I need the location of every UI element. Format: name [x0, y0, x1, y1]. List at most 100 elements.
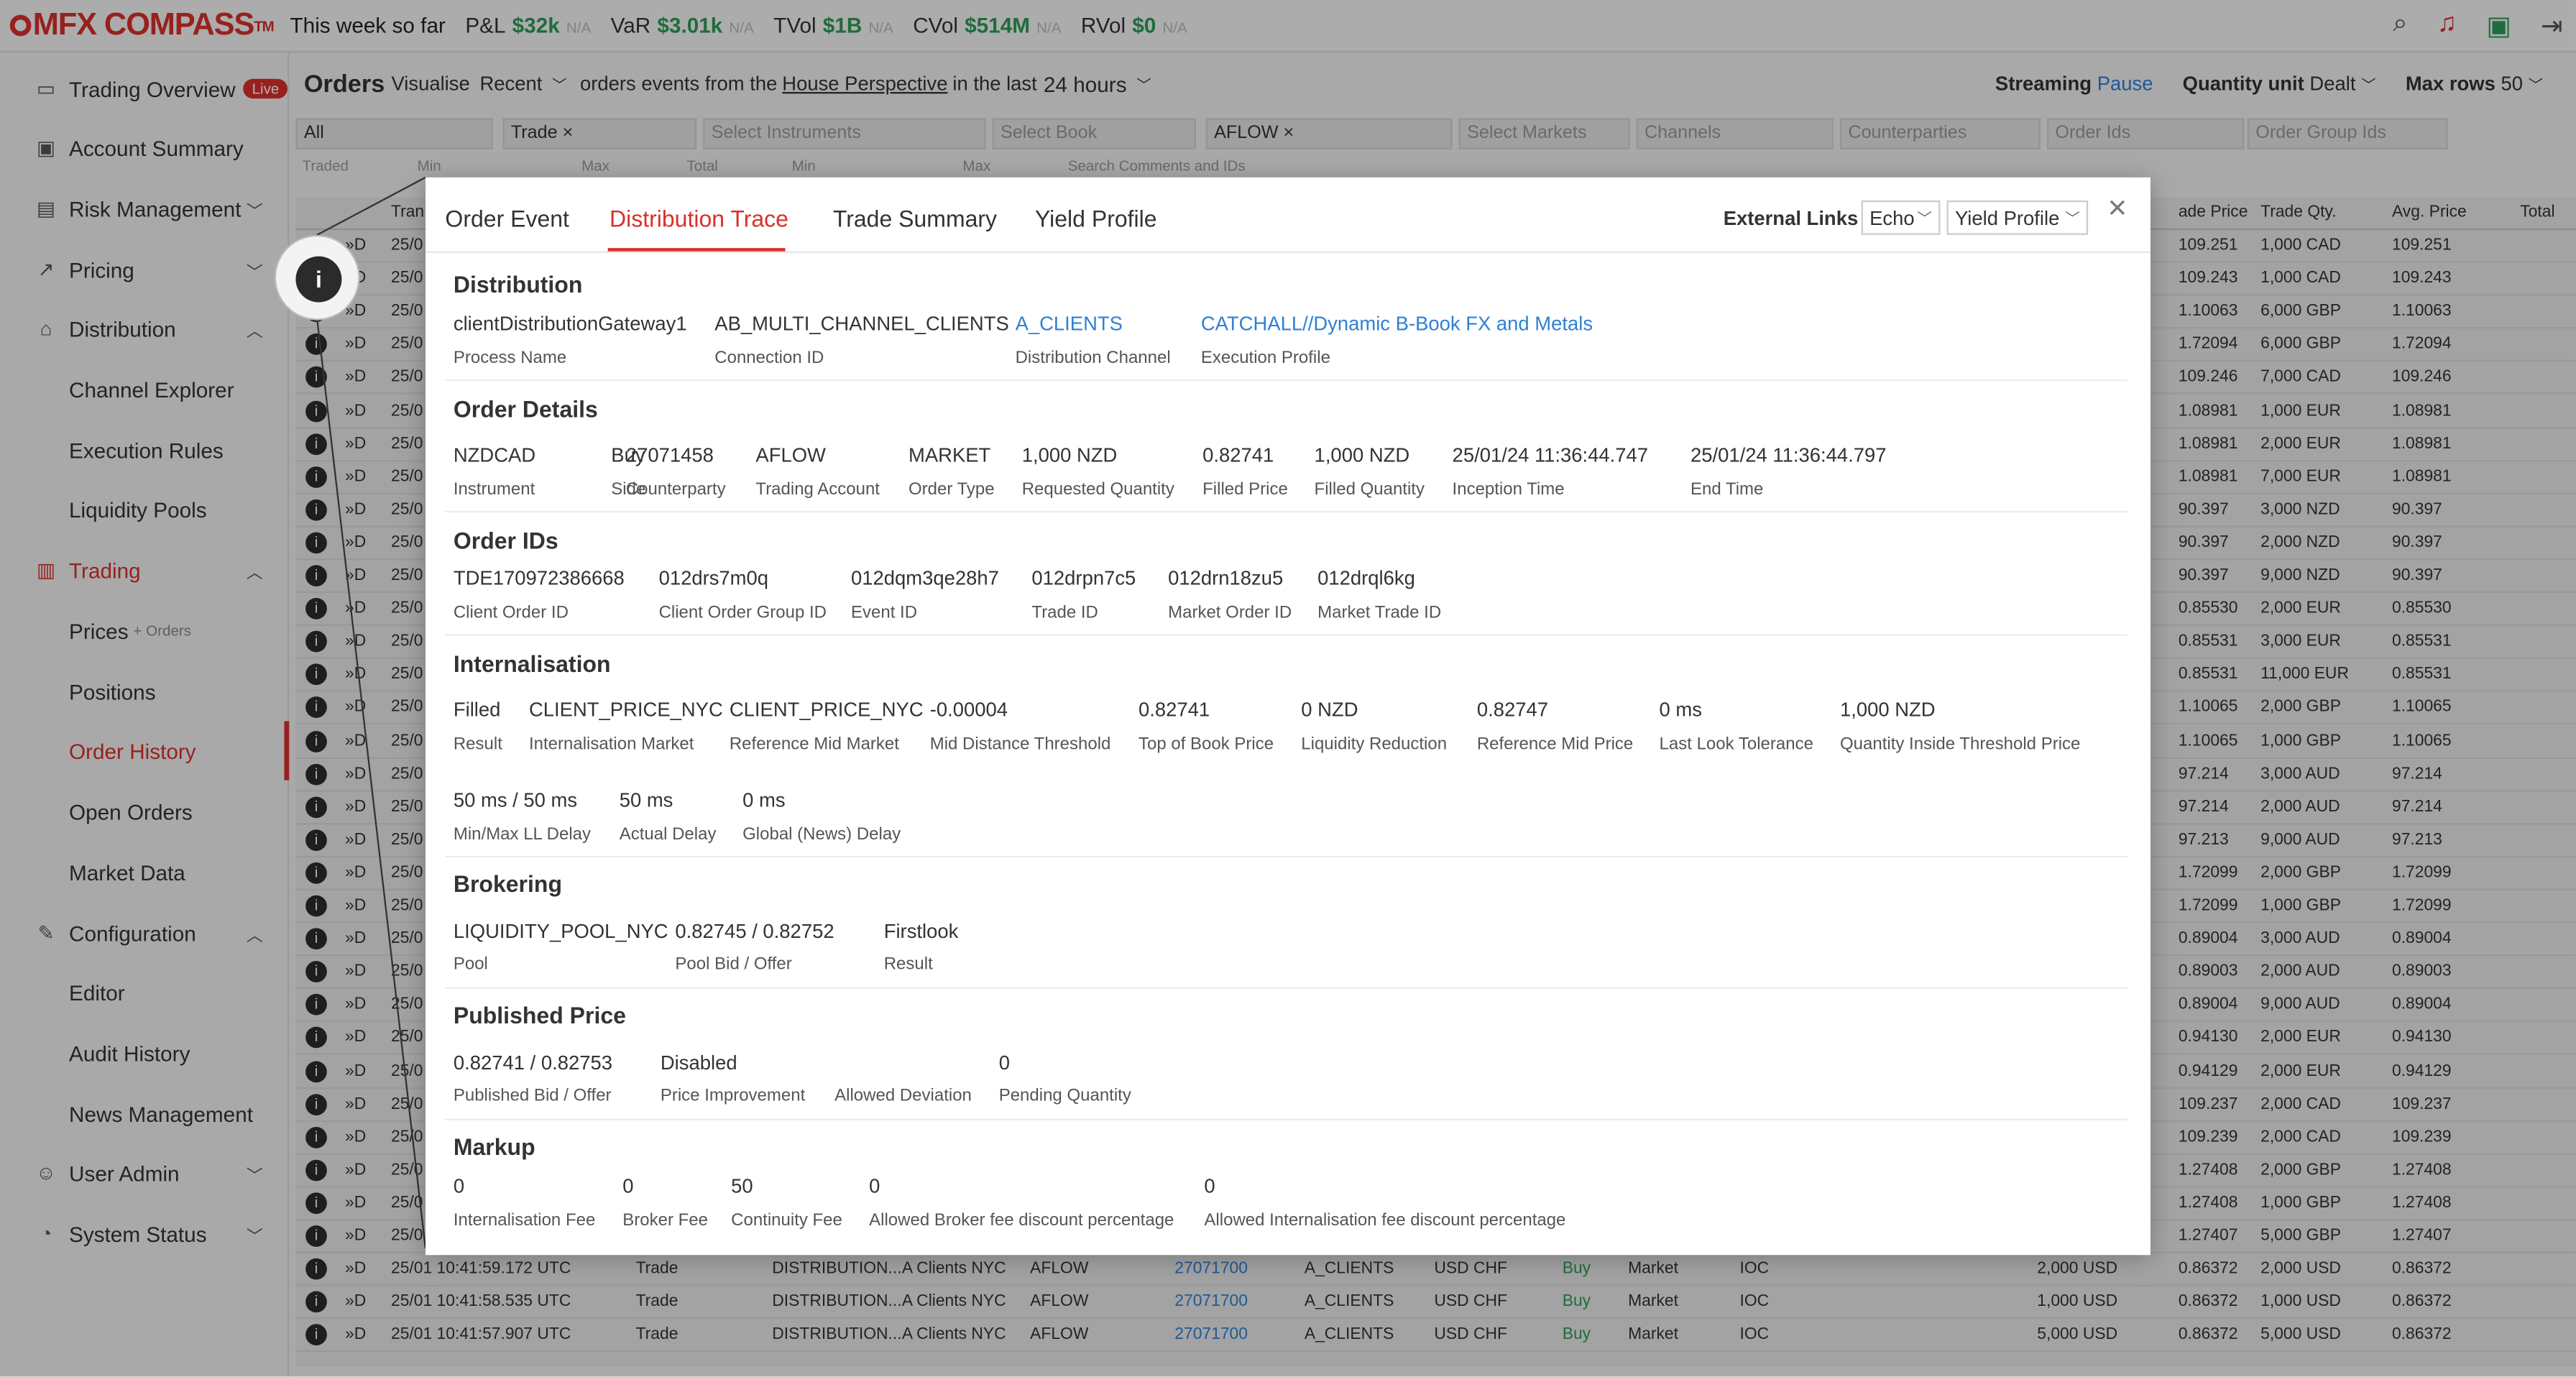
- intern-value: 50 ms: [619, 788, 673, 812]
- intern-label: Result: [453, 734, 502, 755]
- chevron-down-icon: ﹀: [1917, 210, 1932, 227]
- details-label: Inception Time: [1452, 479, 1565, 499]
- details-value: 0.82741: [1202, 443, 1274, 467]
- intern-value: 50 ms / 50 ms: [453, 788, 578, 812]
- process-name-value: clientDistributionGateway1: [453, 312, 687, 336]
- internalisation-title: Internalisation: [453, 650, 611, 677]
- tab-yield-profile[interactable]: Yield Profile: [1035, 206, 1157, 232]
- markup-value: 0: [453, 1174, 465, 1198]
- intern-label: Min/Max LL Delay: [453, 824, 592, 844]
- execution-profile-link[interactable]: CATCHALL//Dynamic B-Book FX and Metals: [1201, 312, 1593, 335]
- pub-label: Published Bid / Offer: [453, 1085, 612, 1106]
- details-label: Order Type: [908, 479, 995, 499]
- intern-value: 0 ms: [1659, 698, 1703, 722]
- modal-tabs: Order Event Distribution Trace Trade Sum…: [425, 178, 2150, 253]
- pub-value: Disabled: [660, 1051, 737, 1074]
- pub-value: 0: [998, 1051, 1010, 1074]
- markup-value: 0: [1204, 1174, 1215, 1198]
- ids-value: TDE170972386668: [453, 566, 625, 590]
- intern-value: CLIENT_PRICE_NYC: [528, 698, 723, 722]
- connection-id-label: Connection ID: [714, 348, 824, 368]
- brokering-title: Brokering: [453, 870, 562, 897]
- details-label: Trading Account: [755, 479, 880, 499]
- markup-value: 50: [731, 1174, 753, 1198]
- details-value: 27071458: [625, 443, 714, 467]
- markup-label: Internalisation Fee: [453, 1210, 596, 1230]
- order-ids-title: Order IDs: [453, 527, 558, 554]
- intern-value: 0 ms: [742, 788, 786, 812]
- external-links-label: External Links: [1723, 206, 1859, 230]
- details-label: Instrument: [453, 479, 535, 499]
- execution-profile-label: Execution Profile: [1200, 348, 1330, 368]
- ids-label: Trade ID: [1031, 602, 1098, 623]
- intern-label: Reference Mid Price: [1476, 734, 1634, 755]
- details-label: End Time: [1690, 479, 1764, 499]
- details-label: Filled Quantity: [1314, 479, 1425, 499]
- active-tab-indicator: [607, 248, 786, 252]
- intern-label: Quantity Inside Threshold Price: [1839, 734, 2081, 755]
- details-value: 1,000 NZD: [1021, 443, 1118, 467]
- intern-label: Mid Distance Threshold: [929, 734, 1111, 755]
- intern-value: 1,000 NZD: [1839, 698, 1936, 722]
- markup-label: Continuity Fee: [731, 1210, 842, 1230]
- app-root: MFX COMPASS TM This week so far P&L $32k N/…: [0, 0, 2576, 1377]
- ids-value: 012drpn7c5: [1031, 566, 1136, 590]
- ids-label: Market Order ID: [1168, 602, 1292, 623]
- published-price-title: Published Price: [453, 1002, 626, 1028]
- markup-value: 0: [869, 1174, 880, 1198]
- details-label: Counterparty: [625, 479, 726, 499]
- intern-label: Internalisation Market: [528, 734, 694, 755]
- intern-label: Global (News) Delay: [742, 824, 901, 844]
- intern-label: Actual Delay: [619, 824, 717, 844]
- intern-value: 0 NZD: [1301, 698, 1358, 722]
- intern-label: Liquidity Reduction: [1301, 734, 1448, 755]
- details-value: NZDCAD: [453, 443, 536, 467]
- intern-value: Filled: [453, 698, 501, 722]
- info-icon-magnified[interactable]: i: [274, 234, 360, 321]
- connection-id-value: AB_MULTI_CHANNEL_CLIENTS: [714, 312, 1009, 336]
- ids-label: Client Order ID: [453, 602, 569, 623]
- brok-value: 0.82745 / 0.82752: [675, 919, 834, 943]
- details-value: 1,000 NZD: [1314, 443, 1410, 467]
- brok-value: Firstlook: [883, 919, 959, 943]
- distribution-channel-label: Distribution Channel: [1015, 348, 1171, 368]
- markup-title: Markup: [453, 1133, 535, 1160]
- order-detail-modal: Order Event Distribution Trace Trade Sum…: [425, 177, 2150, 1256]
- distribution-channel-link[interactable]: A_CLIENTS: [1016, 312, 1123, 335]
- order-details-title: Order Details: [453, 395, 598, 423]
- pub-value: 0.82741 / 0.82753: [453, 1051, 613, 1074]
- intern-value: 0.82747: [1476, 698, 1549, 722]
- close-icon[interactable]: ×: [2108, 190, 2128, 229]
- tab-distribution-trace[interactable]: Distribution Trace: [610, 206, 788, 232]
- pub-label: Price Improvement: [660, 1085, 806, 1106]
- brok-label: Pool: [453, 954, 488, 975]
- chevron-down-icon: ﹀: [2065, 210, 2080, 227]
- details-value: 25/01/24 11:36:44.797: [1690, 443, 1887, 467]
- details-value: AFLOW: [755, 443, 826, 467]
- brok-label: Pool Bid / Offer: [675, 954, 792, 975]
- intern-label: Last Look Tolerance: [1659, 734, 1813, 755]
- markup-label: Allowed Internalisation fee discount per…: [1204, 1210, 1566, 1230]
- ids-label: Market Trade ID: [1317, 602, 1442, 623]
- markup-value: 0: [622, 1174, 634, 1198]
- pub-label: Allowed Deviation: [834, 1085, 972, 1106]
- ids-value: 012drql6kg: [1317, 566, 1415, 590]
- tab-order-event[interactable]: Order Event: [445, 206, 569, 232]
- brok-label: Result: [883, 954, 933, 975]
- intern-value: CLIENT_PRICE_NYC: [729, 698, 924, 722]
- yield-profile-select[interactable]: Yield Profile ﹀: [1946, 200, 2089, 235]
- details-value: 25/01/24 11:36:44.747: [1452, 443, 1649, 467]
- ids-value: 012drn18zu5: [1168, 566, 1284, 590]
- pub-label: Pending Quantity: [998, 1085, 1131, 1106]
- ids-value: 012dqm3qe28h7: [850, 566, 999, 590]
- intern-label: Top of Book Price: [1138, 734, 1274, 755]
- tab-trade-summary[interactable]: Trade Summary: [833, 206, 997, 232]
- ids-value: 012drs7m0q: [658, 566, 769, 590]
- details-value: MARKET: [908, 443, 991, 467]
- intern-value: 0.82741: [1138, 698, 1210, 722]
- details-label: Requested Quantity: [1021, 479, 1174, 499]
- process-name-label: Process Name: [453, 348, 567, 368]
- echo-select[interactable]: Echo ﹀: [1861, 200, 1941, 235]
- brok-value: LIQUIDITY_POOL_NYC: [453, 919, 668, 943]
- ids-label: Client Order Group ID: [658, 602, 827, 623]
